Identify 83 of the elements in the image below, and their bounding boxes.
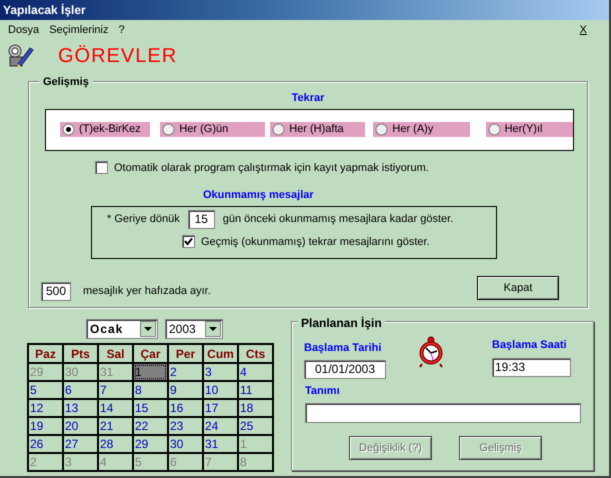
unread-prefix-label: * Geriye dönük: [107, 212, 180, 227]
start-time-input[interactable]: 19:33: [492, 358, 571, 376]
field-label: Başlama Saati: [492, 338, 568, 353]
radio-option[interactable]: Her (G)ün: [160, 122, 266, 137]
weekday-header: Pts: [64, 345, 97, 362]
checkbox-label: Geçmiş (okunmamış) tekrar mesajlarını göster.: [201, 234, 430, 250]
year-dropdown[interactable]: 2003: [165, 319, 223, 339]
day-cell[interactable]: 9: [169, 382, 202, 398]
section-heading: Tekrar: [292, 91, 324, 106]
day-cell[interactable]: 21: [99, 418, 132, 434]
checkbox[interactable]: [182, 235, 195, 248]
radio-button[interactable]: [62, 123, 75, 136]
radio-button[interactable]: [375, 123, 388, 136]
day-cell[interactable]: 19: [29, 418, 62, 434]
checkbox[interactable]: [95, 161, 108, 174]
weekday-header: Paz: [29, 345, 62, 362]
day-cell[interactable]: 2: [169, 364, 202, 380]
close-menu-item[interactable]: X: [580, 22, 587, 38]
day-cell[interactable]: 6: [64, 382, 97, 398]
group-title: Gelişmiş: [39, 74, 93, 90]
day-cell[interactable]: 23: [169, 418, 202, 434]
day-cell[interactable]: 17: [204, 400, 237, 416]
day-cell[interactable]: 4: [239, 364, 272, 380]
group-title: Planlanan İşin: [298, 314, 385, 332]
weekday-header: Sal: [99, 345, 132, 362]
day-cell[interactable]: 24: [204, 418, 237, 434]
day-cell[interactable]: 30: [169, 436, 202, 452]
day-cell[interactable]: 27: [64, 436, 97, 452]
day-cell[interactable]: 10: [204, 382, 237, 398]
menu-item[interactable]: Dosya: [8, 22, 40, 38]
day-cell[interactable]: 3: [204, 364, 237, 380]
day-cell[interactable]: 31: [204, 436, 237, 452]
radio-option[interactable]: Her (A)y: [373, 122, 470, 137]
radio-label: Her(Y)ıl: [504, 122, 542, 138]
radio-label: Her (H)afta: [289, 122, 344, 138]
radio-label: (T)ek-BirKez: [79, 122, 141, 138]
radio-button[interactable]: [162, 123, 176, 136]
field-label: Başlama Tarihi: [304, 341, 382, 356]
radio-label: Her (A)y: [392, 122, 434, 138]
day-cell[interactable]: 11: [239, 382, 272, 398]
day-cell[interactable]: 13: [64, 400, 97, 416]
radio-label: Her (G)ün: [179, 122, 228, 138]
window-title: Yapılacak İşler: [3, 2, 86, 19]
radio-button[interactable]: [272, 123, 286, 136]
day-cell[interactable]: 15: [134, 400, 167, 416]
weekday-header: Cts: [239, 345, 272, 362]
radio-option[interactable]: Her (H)afta: [270, 122, 366, 137]
day-cell[interactable]: 16: [169, 400, 202, 416]
page-heading: GÖREVLER: [58, 44, 178, 69]
day-cell[interactable]: 8: [134, 382, 167, 398]
day-cell[interactable]: 22: [134, 418, 167, 434]
day-cell[interactable]: 7: [99, 382, 132, 398]
alarm-clock-icon: [418, 336, 444, 368]
radio-option[interactable]: Her(Y)ıl: [486, 122, 573, 137]
day-cell[interactable]: 12: [29, 400, 62, 416]
weekday-header: Cum: [204, 345, 237, 362]
task-tools-icon: [6, 42, 34, 70]
close-button[interactable]: Kapat: [477, 276, 559, 300]
day-cell[interactable]: 26: [29, 436, 62, 452]
menu-item[interactable]: Seçimleriniz: [49, 22, 108, 38]
day-cell[interactable]: 14: [99, 400, 132, 416]
day-cell[interactable]: 28: [99, 436, 132, 452]
buffer-input[interactable]: 500: [41, 282, 71, 300]
days-input[interactable]: 15: [188, 210, 215, 228]
radio-option[interactable]: (T)ek-BirKez: [60, 122, 150, 137]
month-dropdown[interactable]: Ocak: [86, 319, 158, 339]
day-cell[interactable]: 20: [64, 418, 97, 434]
day-cell[interactable]: 25: [239, 418, 272, 434]
start-date-input[interactable]: 01/01/2003: [304, 360, 386, 378]
menu-item[interactable]: ?: [118, 22, 125, 38]
section-heading: Okunmamış mesajlar: [203, 188, 314, 203]
day-cell[interactable]: 18: [239, 400, 272, 416]
unread-suffix-label: gün önceki okunmamış mesajlara kadar göster.: [222, 212, 454, 227]
day-cell[interactable]: 5: [29, 382, 62, 398]
day-cell[interactable]: 29: [134, 436, 167, 452]
description-input[interactable]: [305, 403, 581, 423]
checkbox-label: Otomatik olarak program çalıştırmak için kayıt yapmak istiyorum.: [114, 160, 429, 176]
radio-button[interactable]: [488, 123, 501, 136]
day-cell[interactable]: 1: [134, 364, 167, 380]
weekday-header: Per: [169, 345, 202, 362]
buffer-label: mesajlık yer hafızada ayır.: [83, 284, 211, 299]
weekday-header: Çar: [134, 345, 167, 362]
field-label: Tanımı: [305, 384, 341, 398]
